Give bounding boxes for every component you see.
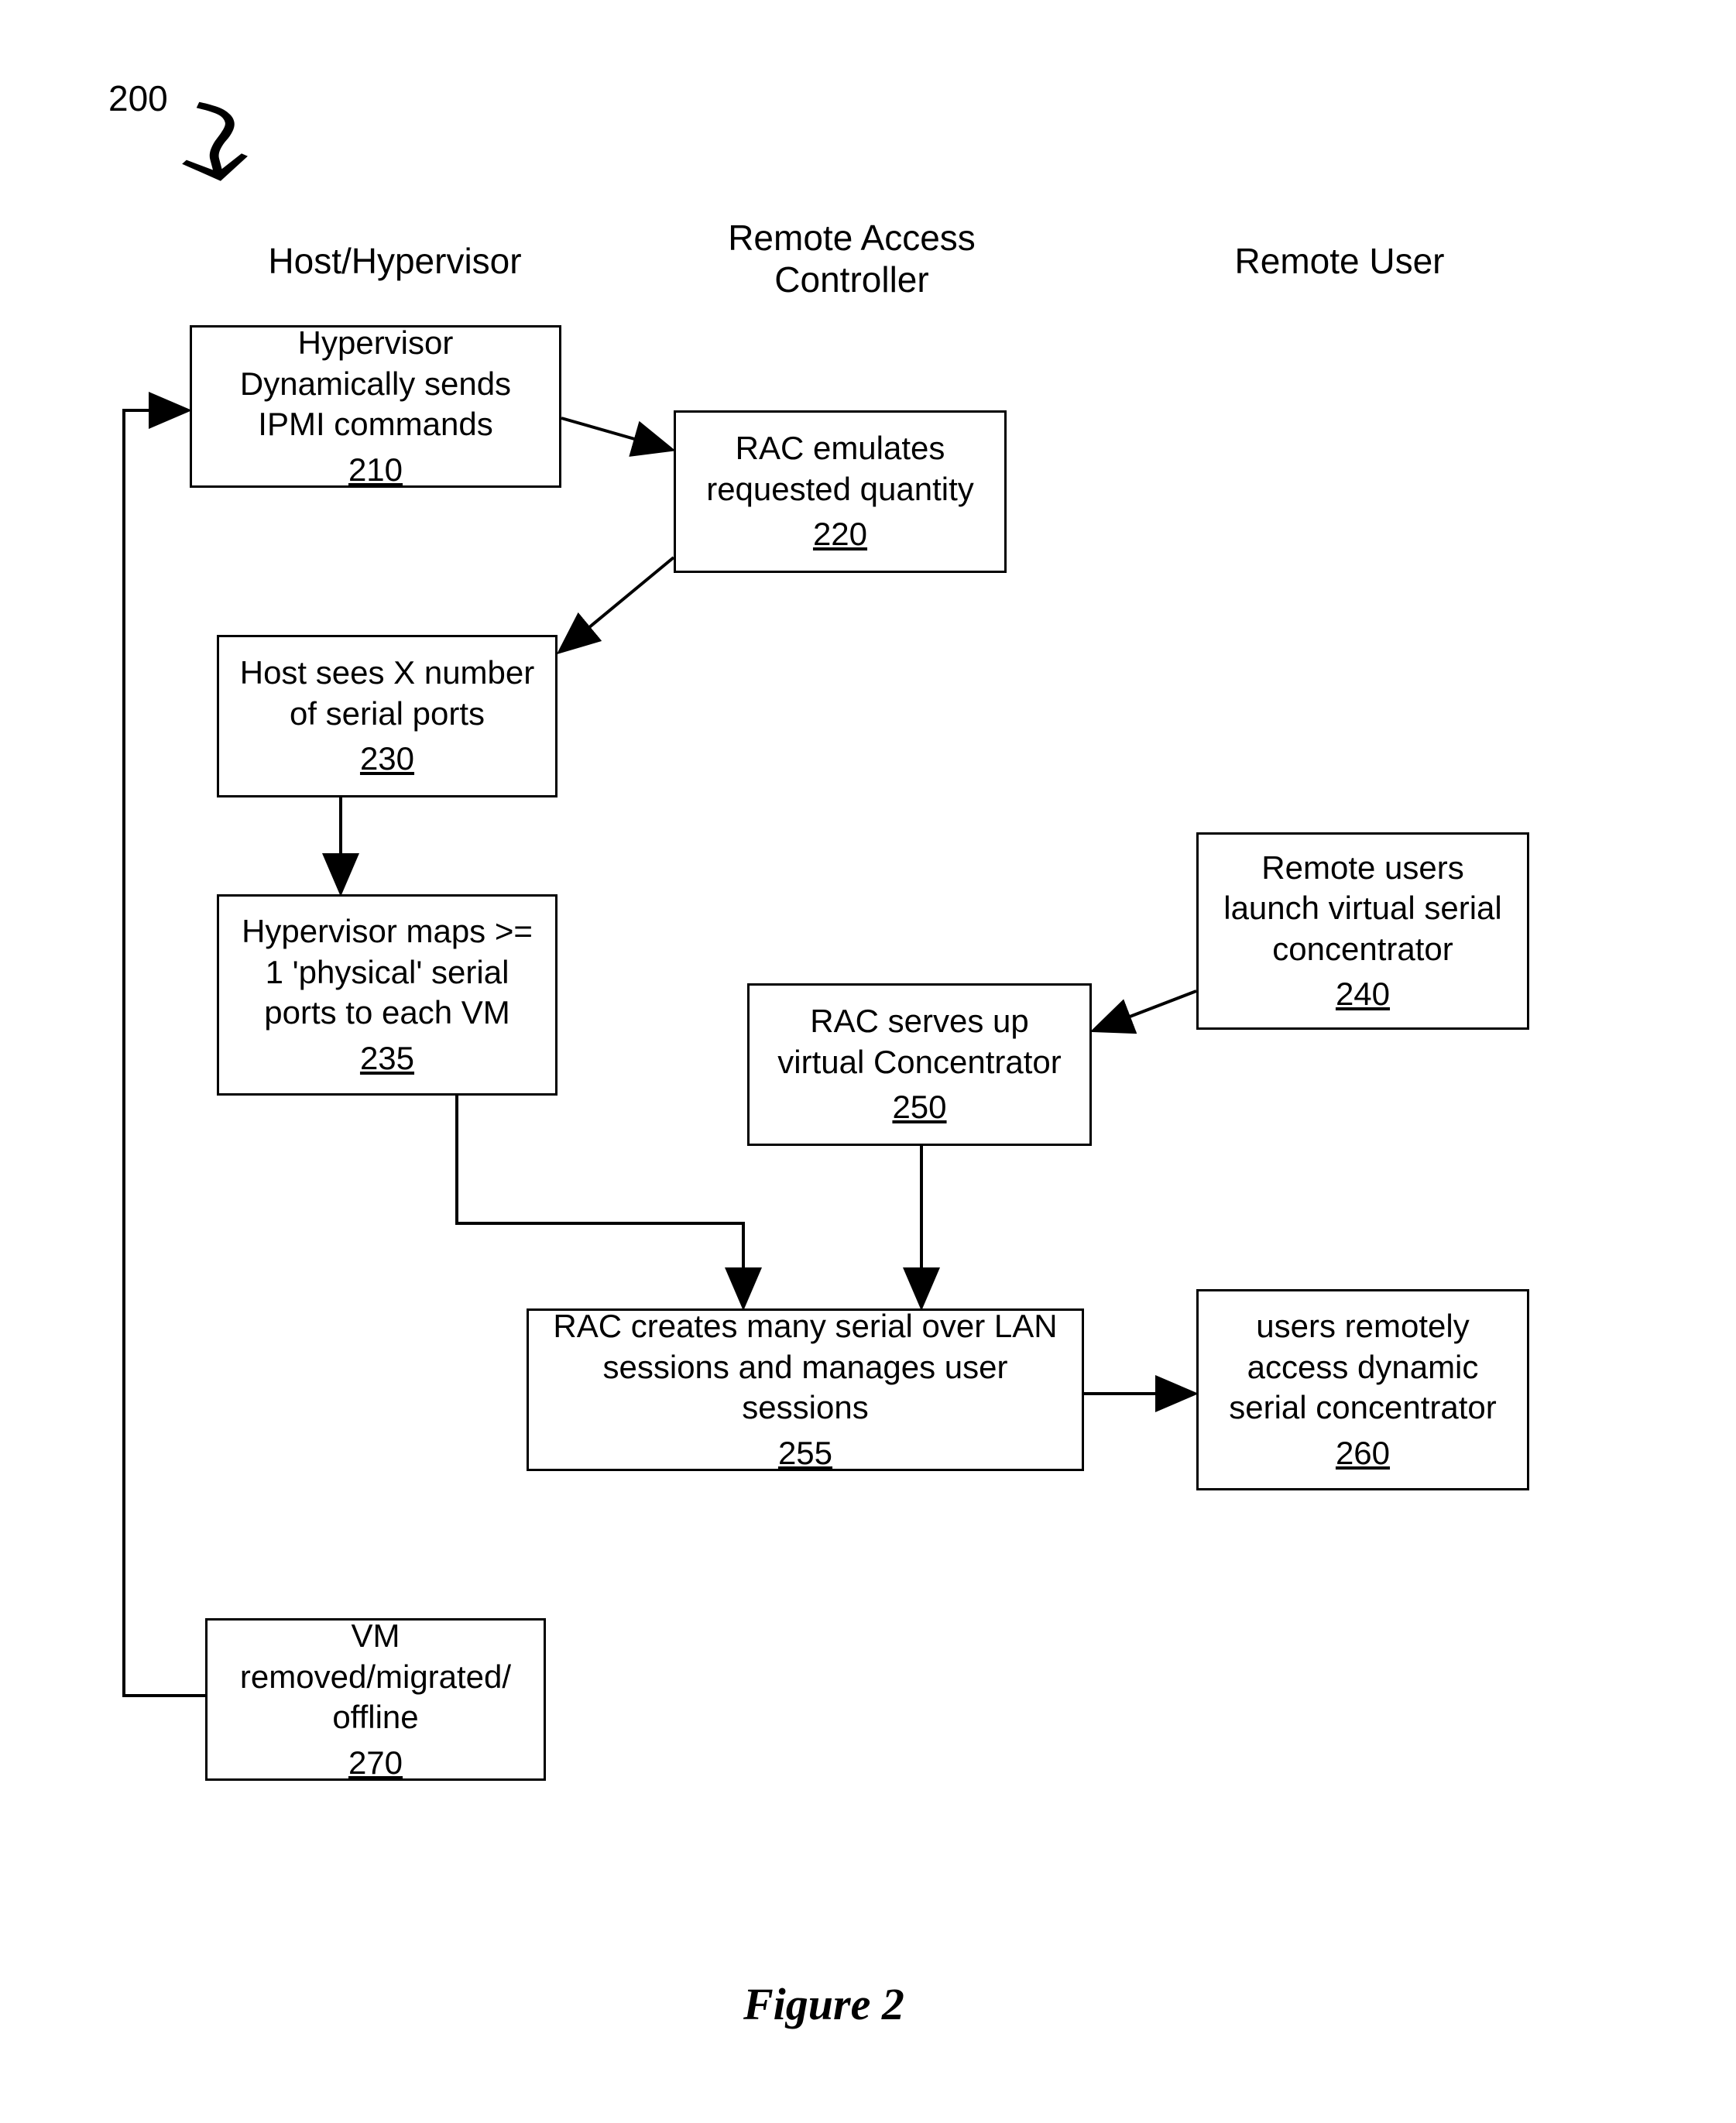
box-250-text: RAC serves up virtual Concentrator (765, 1001, 1074, 1082)
box-260: users remotely access dynamic serial con… (1196, 1289, 1529, 1490)
box-230: Host sees X number of serial ports 230 (217, 635, 558, 797)
box-220: RAC emulates requested quantity 220 (674, 410, 1007, 573)
figure-caption: Figure 2 (743, 1978, 904, 2030)
box-240-text: Remote users launch virtual serial conce… (1214, 848, 1511, 970)
box-235-ref: 235 (360, 1038, 414, 1079)
box-210-ref: 210 (348, 450, 403, 491)
box-255-text: RAC creates many serial over LAN session… (544, 1306, 1066, 1428)
box-250-ref: 250 (892, 1087, 946, 1128)
box-270-text: VM removed/migrated/ offline (223, 1616, 528, 1738)
column-header-user: Remote User (1177, 240, 1502, 282)
box-270-ref: 270 (348, 1743, 403, 1784)
box-210-text: Hypervisor Dynamically sends IPMI comman… (208, 323, 544, 445)
box-260-text: users remotely access dynamic serial con… (1214, 1306, 1511, 1428)
box-250: RAC serves up virtual Concentrator 250 (747, 983, 1092, 1146)
box-220-text: RAC emulates requested quantity (691, 428, 989, 509)
box-240-ref: 240 (1336, 974, 1390, 1015)
box-260-ref: 260 (1336, 1433, 1390, 1474)
box-240: Remote users launch virtual serial conce… (1196, 832, 1529, 1030)
box-235: Hypervisor maps >= 1 'physical' serial p… (217, 894, 558, 1096)
box-210: Hypervisor Dynamically sends IPMI comman… (190, 325, 561, 488)
diagram-page: 200 ⤳ Host/Hypervisor Remote Access Cont… (0, 0, 1736, 2123)
column-header-host: Host/Hypervisor (232, 240, 558, 282)
box-255-ref: 255 (778, 1433, 832, 1474)
column-header-rac: Remote Access Controller (689, 217, 1014, 300)
box-230-text: Host sees X number of serial ports (235, 653, 540, 734)
box-220-ref: 220 (813, 514, 867, 555)
box-270: VM removed/migrated/ offline 270 (205, 1618, 546, 1781)
box-235-text: Hypervisor maps >= 1 'physical' serial p… (235, 911, 540, 1034)
box-230-ref: 230 (360, 739, 414, 780)
box-255: RAC creates many serial over LAN session… (527, 1308, 1084, 1471)
